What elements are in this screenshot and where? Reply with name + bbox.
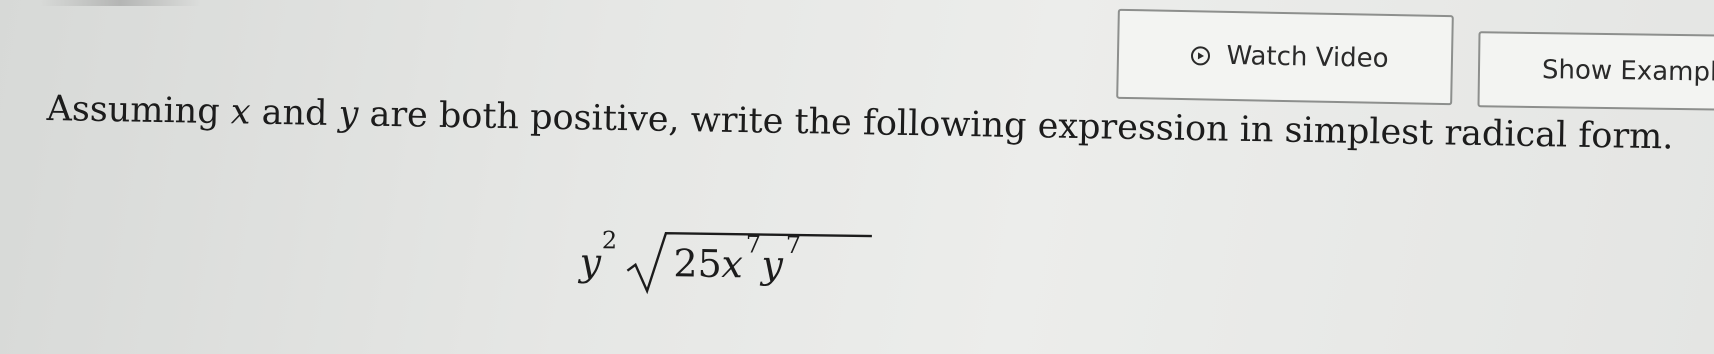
- question-text-start: Assuming: [46, 88, 232, 133]
- show-example-label: Show Exampl: [1541, 55, 1714, 88]
- radicand-number: 25: [673, 241, 723, 286]
- coefficient-variable: y: [579, 239, 602, 285]
- watch-video-button[interactable]: Watch Video: [1116, 8, 1454, 106]
- question-text-end: are both positive, write the following e…: [358, 94, 1674, 158]
- play-circle-icon: [1191, 45, 1211, 66]
- variable-x: x: [230, 92, 251, 133]
- math-expression: y 2 25 x 7 y 7: [579, 226, 872, 296]
- decorative-smudge: [40, 0, 200, 6]
- radicand-variable-x: x: [721, 241, 744, 287]
- variable-y: y: [338, 94, 359, 135]
- question-text-and: and: [250, 92, 339, 135]
- radicand-exponent-y: 7: [785, 230, 802, 260]
- coefficient-exponent: 2: [601, 226, 618, 255]
- show-example-button[interactable]: Show Exampl: [1477, 31, 1714, 111]
- radicand-variable-y: y: [761, 242, 784, 287]
- watch-video-label: Watch Video: [1226, 40, 1389, 74]
- radicand-exponent-x: 7: [745, 230, 762, 259]
